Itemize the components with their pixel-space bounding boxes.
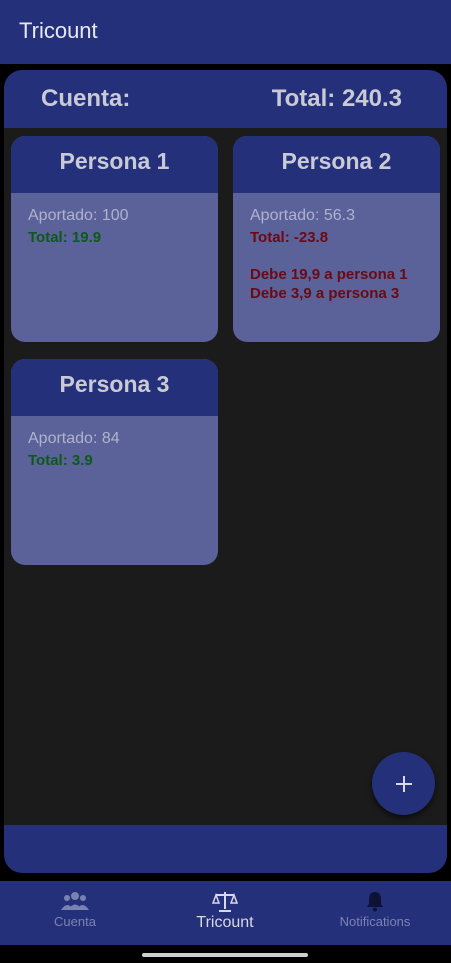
account-total: Total: 240.3 [271, 85, 402, 112]
account-panel: Cuenta: Total: 240.3 Persona 1 Aportado:… [4, 70, 447, 873]
nav-item-cuenta[interactable]: Cuenta [0, 881, 150, 945]
person-total: Total: 19.9 [28, 229, 102, 246]
nav-item-tricount[interactable]: Tricount [150, 881, 300, 945]
nav-label-cuenta: Cuenta [54, 914, 96, 929]
debt-item: Debe 19,9 a persona 1 [250, 266, 408, 283]
person-contribution: Aportado: 100 [28, 207, 129, 224]
debt-item: Debe 3,9 a persona 3 [250, 285, 400, 302]
plus-icon [395, 775, 412, 792]
person-name: Persona 2 [233, 136, 440, 193]
bottom-navigation: Cuenta Tricount Notifications [0, 881, 451, 945]
account-header: Cuenta: Total: 240.3 [4, 70, 447, 128]
person-total: Total: 3.9 [28, 452, 93, 469]
person-card[interactable]: Persona 3 Aportado: 84 Total: 3.9 [11, 359, 218, 565]
gesture-bar[interactable] [142, 953, 308, 957]
add-person-button[interactable] [372, 752, 435, 815]
scale-icon [212, 892, 238, 912]
person-name: Persona 1 [11, 136, 218, 193]
group-icon [61, 892, 89, 910]
bell-icon [367, 892, 383, 912]
person-card[interactable]: Persona 2 Aportado: 56.3 Total: -23.8 De… [233, 136, 440, 342]
person-contribution: Aportado: 84 [28, 430, 120, 447]
person-name: Persona 3 [11, 359, 218, 416]
person-card[interactable]: Persona 1 Aportado: 100 Total: 19.9 [11, 136, 218, 342]
account-label: Cuenta: [41, 85, 131, 112]
account-footer [4, 825, 447, 873]
app-bar: Tricount [0, 0, 451, 64]
person-contribution: Aportado: 56.3 [250, 207, 355, 224]
nav-label-notifications: Notifications [339, 914, 411, 929]
nav-item-notifications[interactable]: Notifications [300, 881, 450, 945]
debt-list: Debe 19,9 a persona 1 Debe 3,9 a persona… [250, 265, 423, 303]
person-total: Total: -23.8 [250, 229, 329, 246]
nav-label-tricount: Tricount [196, 914, 254, 931]
app-title: Tricount [19, 18, 98, 43]
